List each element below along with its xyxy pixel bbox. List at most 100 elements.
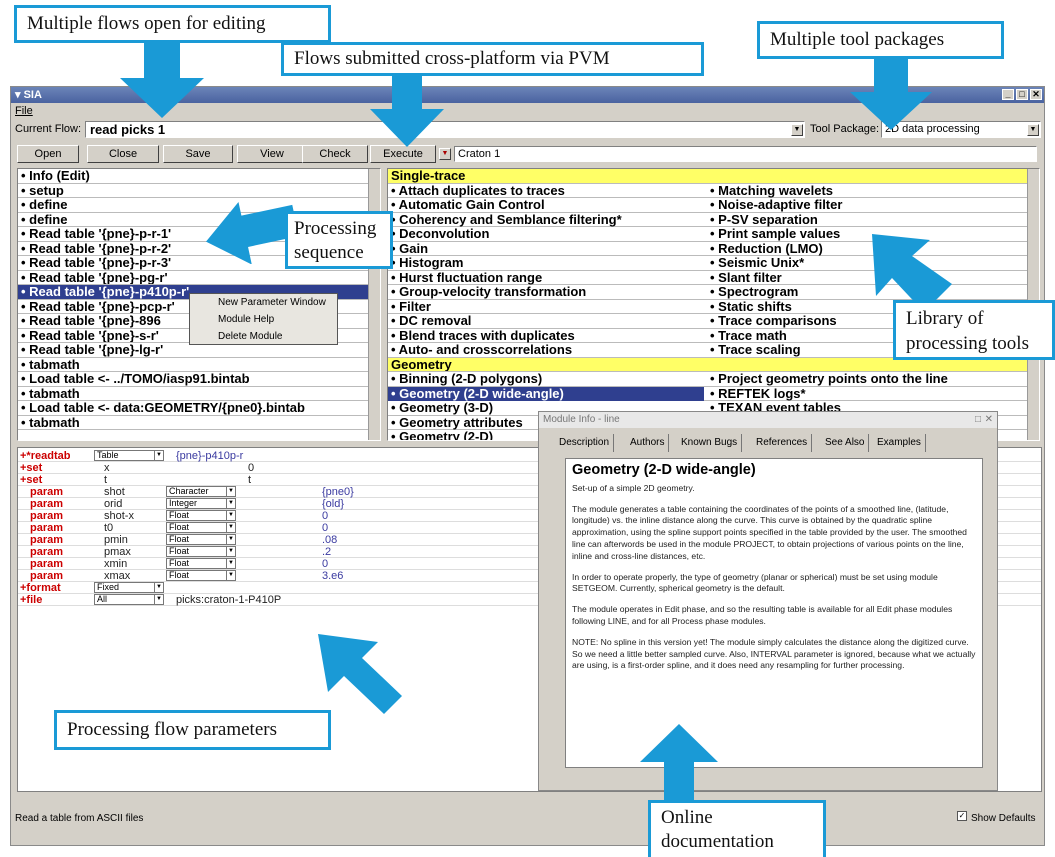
dropdown-arrow-icon[interactable]: ▼ [226,547,235,556]
parameter-name[interactable]: orid [104,498,122,510]
parameter-name[interactable]: {pne}-p410p-r [176,450,243,462]
tool-package-dropdown-icon[interactable]: ▼ [1027,124,1039,136]
host-input[interactable]: Craton 1 [454,146,1037,162]
dropdown-arrow-icon[interactable]: ▼ [226,487,235,496]
parameter-name[interactable]: xmax [104,570,130,582]
parameter-type-select[interactable]: Float ▼ [166,522,236,533]
parameter-name[interactable]: pmin [104,534,128,546]
library-item[interactable]: • Static shifts [710,299,792,315]
library-item[interactable]: • Coherency and Semblance filtering* [391,212,622,228]
close-button[interactable]: Close [87,145,159,163]
library-item[interactable]: • Deconvolution [391,226,489,242]
library-item[interactable]: • Hurst fluctuation range [391,270,542,286]
parameter-type-select[interactable]: All ▼ [94,594,164,605]
dialog-maximize-icon[interactable]: □ [975,412,981,428]
library-item[interactable]: • Project geometry points onto the line [710,371,948,387]
parameter-type-select[interactable]: Character ▼ [166,486,236,497]
library-item[interactable]: • Filter [391,299,431,315]
library-item[interactable]: • REFTEK logs* [710,386,806,402]
parameter-value[interactable]: .2 [322,546,331,558]
library-item[interactable]: • DC removal [391,313,471,329]
library-item[interactable]: • Auto- and crosscorrelations [391,342,572,358]
dropdown-arrow-icon[interactable]: ▼ [226,499,235,508]
title-chevron-icon[interactable]: ▾ [15,89,21,101]
library-item[interactable]: • Trace math [710,328,787,344]
tab-known-bugs[interactable]: Known Bugs [677,434,743,452]
library-item[interactable]: • Attach duplicates to traces [391,183,565,199]
flow-list-item[interactable]: • Load table <- data:GEOMETRY/{pne0}.bin… [18,401,368,416]
library-item[interactable]: • Geometry attributes [391,415,523,431]
flow-list-item[interactable]: • tabmath [18,387,368,401]
parameter-value[interactable]: t [248,474,251,486]
parameter-type-select[interactable]: Float ▼ [166,534,236,545]
parameter-type-select[interactable]: Table ▼ [94,450,164,461]
library-item[interactable]: • Geometry (2-D) [391,429,493,440]
flow-list-item[interactable]: • Info (Edit) [18,169,368,184]
dropdown-arrow-icon[interactable]: ▼ [226,523,235,532]
parameter-name[interactable]: xmin [104,558,127,570]
parameter-value[interactable]: .08 [322,534,337,546]
library-item[interactable]: • Gain [391,241,428,257]
flow-list-item[interactable]: • setup [18,184,368,198]
maximize-icon[interactable]: □ [1016,89,1028,100]
execute-button[interactable]: Execute [370,145,436,163]
parameter-value[interactable]: 0 [322,522,328,534]
library-item[interactable]: • Histogram [391,255,463,271]
parameter-name[interactable]: shot [104,486,125,498]
parameter-value[interactable]: 0 [322,558,328,570]
parameter-value[interactable]: 0 [248,462,254,474]
library-item[interactable]: • Blend traces with duplicates [391,328,575,344]
library-item[interactable]: • Spectrogram [710,284,798,300]
current-flow-dropdown-icon[interactable]: ▼ [791,124,803,136]
dropdown-arrow-icon[interactable]: ▼ [154,451,163,460]
view-button[interactable]: View [237,145,307,163]
library-item[interactable]: • Geometry (2-D wide-angle) [388,386,704,401]
library-item[interactable]: • P-SV separation [710,212,818,228]
tab-authors[interactable]: Authors [626,434,670,452]
library-item[interactable]: • Trace scaling [710,342,801,358]
parameter-type-select[interactable]: Float ▼ [166,570,236,581]
library-item[interactable]: • Group-velocity transformation [391,284,586,300]
save-button[interactable]: Save [163,145,233,163]
flow-list-item[interactable]: • Load table <- ../TOMO/iasp91.bintab [18,372,368,387]
flow-list-item[interactable]: • tabmath [18,358,368,372]
library-item[interactable]: • Reduction (LMO) [710,241,823,257]
parameter-value[interactable]: 3.e6 [322,570,343,582]
host-dropdown-icon[interactable]: ▼ [439,148,451,160]
dropdown-arrow-icon[interactable]: ▼ [226,511,235,520]
parameter-value[interactable]: {old} [322,498,344,510]
check-button[interactable]: Check [302,145,368,163]
parameter-name[interactable]: x [104,462,110,474]
dropdown-arrow-icon[interactable]: ▼ [226,535,235,544]
flow-list-item[interactable]: • Read table '{pne}-lg-r' [18,343,368,358]
current-flow-select[interactable]: read picks 1 [85,121,805,138]
parameter-value[interactable]: {pne0} [322,486,354,498]
tab-examples[interactable]: Examples [873,434,926,452]
library-item[interactable]: • Matching wavelets [710,183,833,199]
open-button[interactable]: Open [17,145,79,163]
flow-list-scrollbar[interactable] [368,169,380,440]
parameter-value[interactable]: 0 [322,510,328,522]
tab-see-also[interactable]: See Also [821,434,870,452]
parameter-name[interactable]: t0 [104,522,113,534]
menu-item-module-help[interactable]: Module Help [190,311,337,328]
dropdown-arrow-icon[interactable]: ▼ [154,583,163,592]
show-defaults-checkbox[interactable]: ✓ [957,811,967,821]
library-item[interactable]: • Slant filter [710,270,782,286]
parameter-type-select[interactable]: Float ▼ [166,510,236,521]
parameter-type-select[interactable]: Integer ▼ [166,498,236,509]
dropdown-arrow-icon[interactable]: ▼ [154,595,163,604]
parameter-type-select[interactable]: Float ▼ [166,558,236,569]
parameter-type-select[interactable]: Float ▼ [166,546,236,557]
flow-list-item[interactable]: • tabmath [18,416,368,430]
menu-item-new-parameter-window[interactable]: New Parameter Window [190,294,337,311]
dialog-close-icon[interactable]: ✕ [985,412,993,428]
library-item[interactable]: • Noise-adaptive filter [710,197,842,213]
parameter-type-select[interactable]: Fixed ▼ [94,582,164,593]
library-item[interactable]: • Geometry (3-D) [391,400,493,416]
library-item[interactable]: • Seismic Unix* [710,255,804,271]
close-icon[interactable]: ✕ [1030,89,1042,100]
parameter-name[interactable]: shot-x [104,510,134,522]
menu-file[interactable]: File [15,105,33,117]
library-item[interactable]: • Automatic Gain Control [391,197,545,213]
